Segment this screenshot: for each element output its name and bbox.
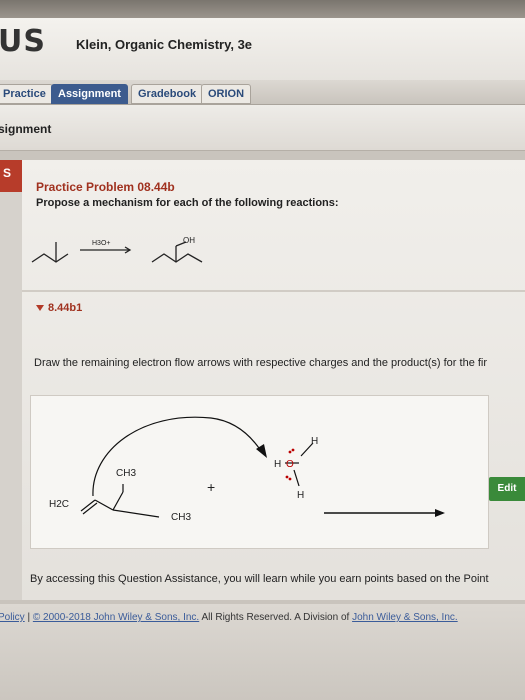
h-top-label: H <box>311 436 318 447</box>
section-toggle[interactable]: 8.44b1 <box>36 302 82 314</box>
tab-gradebook[interactable]: Gradebook <box>131 84 204 104</box>
page-title: signment <box>0 122 52 136</box>
product-oh-label: OH <box>183 236 195 245</box>
plus-sign: + <box>207 479 215 495</box>
section-id: 8.44b1 <box>48 302 83 314</box>
mechanism-drawing: CH3 CH3 H2C + H H O H <box>49 416 445 523</box>
problem-prompt: Propose a mechanism for each of the foll… <box>36 197 339 209</box>
assistance-note: By accessing this Question Assistance, y… <box>30 573 489 585</box>
copyright-link[interactable]: © 2000-2018 John Wiley & Sons, Inc. <box>33 612 199 623</box>
sidebar-letter: S <box>3 166 12 180</box>
browser-top-strip <box>0 0 525 18</box>
company-link[interactable]: John Wiley & Sons, Inc. <box>352 612 458 623</box>
product-skeleton <box>151 253 203 263</box>
question-instruction: Draw the remaining electron flow arrows … <box>34 357 488 369</box>
h2c-label: H2C <box>49 499 69 510</box>
caret-down-icon <box>36 305 44 312</box>
footer-sep: | <box>27 612 31 623</box>
footer-text: Policy | © 2000-2018 John Wiley & Sons, … <box>0 612 458 623</box>
ch3-right-label: CH3 <box>171 512 191 523</box>
tab-practice[interactable]: Practice <box>0 84 53 104</box>
electron-flow-arrow <box>92 416 262 497</box>
footer-rights: All Rights Reserved. A Division of <box>201 612 350 623</box>
ch3-top-label: CH3 <box>116 468 136 479</box>
site-logo: US <box>0 24 46 59</box>
h-left-label: H <box>274 459 281 470</box>
book-title: Klein, Organic Chemistry, 3e <box>76 37 253 52</box>
problem-title: Practice Problem 08.44b <box>36 180 175 194</box>
policy-link[interactable]: Policy <box>0 612 25 623</box>
reagent-label: H3O+ <box>92 240 110 247</box>
page-subheader <box>0 105 525 151</box>
left-sidebar <box>0 160 22 600</box>
tab-assignment[interactable]: Assignment <box>51 84 128 104</box>
section-divider <box>22 290 525 292</box>
reactant-skeleton <box>31 253 69 263</box>
h-bottom-label: H <box>297 490 304 501</box>
drawing-canvas[interactable]: CH3 CH3 H2C + H H O H <box>30 395 489 549</box>
edit-button[interactable]: Edit <box>489 477 525 501</box>
tab-orion[interactable]: ORION <box>201 84 252 104</box>
reaction-scheme: H3O+ OH <box>31 236 203 263</box>
oxygen-label: O <box>286 459 294 470</box>
